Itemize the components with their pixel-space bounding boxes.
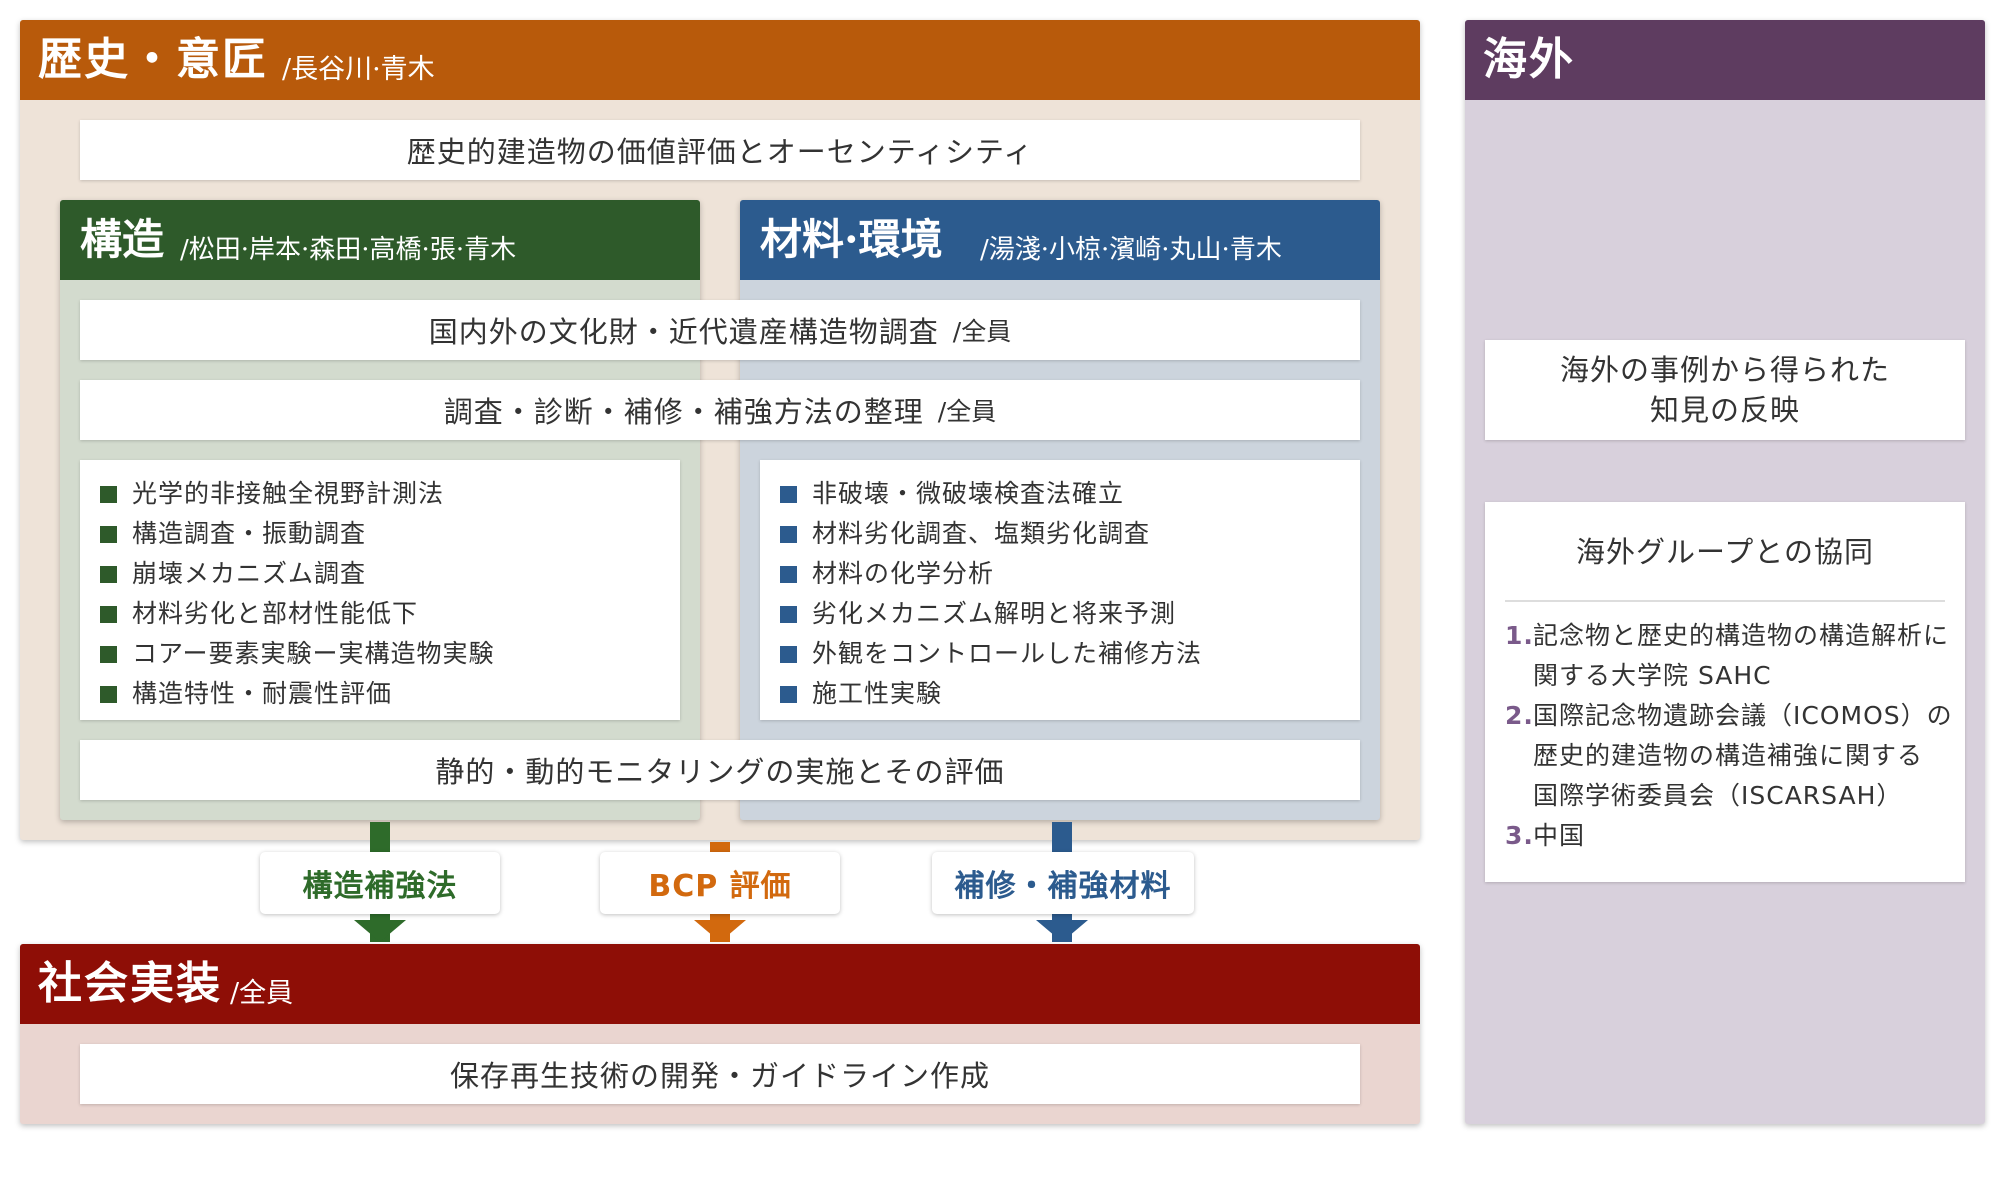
- structure-list-box: 光学的非接触全視野計測法 構造調査・振動調査 崩壊メカニズム調査 材料劣化と部材…: [80, 460, 680, 720]
- structure-list: 光学的非接触全視野計測法 構造調査・振動調査 崩壊メカニズム調査 材料劣化と部材…: [100, 474, 680, 714]
- structure-title: 構造: [80, 215, 165, 264]
- bullet-square-icon: [780, 486, 797, 503]
- list-item: 材料劣化調査、塩類劣化調査: [780, 514, 1360, 554]
- list-item: 劣化メカニズム解明と将来予測: [780, 594, 1360, 634]
- list-item: 3. 中国: [1505, 821, 1586, 850]
- methods-suffix: /全員: [937, 397, 997, 426]
- overseas-collab-box: 海外グループとの協同 1. 記念物と歴史的構造物の構造解析に 関する大学院 SA…: [1485, 502, 1965, 882]
- list-item: 非破壊・微破壊検査法確立: [780, 474, 1360, 514]
- list-item: 材料劣化と部材性能低下: [100, 594, 680, 634]
- history-title: 歴史・意匠: [38, 34, 268, 85]
- overseas-collab-list: 1. 記念物と歴史的構造物の構造解析に 関する大学院 SAHC 2. 国際記念物…: [1485, 616, 1965, 856]
- social-members: /全員: [230, 978, 294, 1009]
- materials-header: 材料·環境 /湯淺·小椋·濱崎·丸山·青木: [740, 200, 1380, 280]
- list-item: 構造調査・振動調査: [100, 514, 680, 554]
- list-item: 外観をコントロールした補修方法: [780, 634, 1360, 674]
- arrow-materials-head-icon: [1036, 920, 1088, 942]
- bullet-square-icon: [100, 606, 117, 623]
- bullet-square-icon: [780, 566, 797, 583]
- bullet-square-icon: [100, 486, 117, 503]
- social-box: 保存再生技術の開発・ガイドライン作成: [80, 1044, 1360, 1104]
- overseas-collab-title: 海外グループとの協同: [1576, 535, 1874, 569]
- methods-text: 調査・診断・補修・補強方法の整理: [443, 395, 924, 429]
- arrow-bcp-head-icon: [694, 920, 746, 942]
- bullet-square-icon: [780, 526, 797, 543]
- bullet-square-icon: [100, 566, 117, 583]
- history-header: 歴史・意匠 /長谷川·青木: [20, 20, 1420, 100]
- materials-list: 非破壊・微破壊検査法確立 材料劣化調査、塩類劣化調査 材料の化学分析 劣化メカニ…: [780, 474, 1360, 714]
- output-repair-materials: 補修・補強材料: [932, 852, 1194, 914]
- bullet-square-icon: [780, 646, 797, 663]
- bullet-square-icon: [780, 606, 797, 623]
- list-item: コアー要素実験ー実構造物実験: [100, 634, 680, 674]
- history-value-text: 歴史的建造物の価値評価とオーセンティシティ: [406, 135, 1034, 169]
- arrow-structure-head-icon: [354, 920, 406, 942]
- materials-list-box: 非破壊・微破壊検査法確立 材料劣化調査、塩類劣化調査 材料の化学分析 劣化メカニ…: [760, 460, 1360, 720]
- materials-members: /湯淺·小椋·濱崎·丸山·青木: [980, 235, 1282, 265]
- divider: [1505, 600, 1945, 602]
- monitoring-text: 静的・動的モニタリングの実施とその評価: [435, 755, 1005, 789]
- social-header: 社会実装 /全員: [20, 944, 1420, 1024]
- bullet-square-icon: [780, 686, 797, 703]
- overseas-title: 海外: [1483, 34, 1575, 85]
- overseas-header: 海外: [1465, 20, 1985, 100]
- list-item: 1. 記念物と歴史的構造物の構造解析に 関する大学院 SAHC: [1505, 621, 1950, 690]
- monitoring-box: 静的・動的モニタリングの実施とその評価: [80, 740, 1360, 800]
- structure-members: /松田·岸本·森田·高橋·張·青木: [180, 235, 517, 265]
- history-members: /長谷川·青木: [282, 54, 435, 85]
- list-item: 材料の化学分析: [780, 554, 1360, 594]
- survey-suffix: /全員: [952, 317, 1012, 346]
- list-item: 2. 国際記念物遺跡会議（ICOMOS）の 歴史的建造物の構造補強に関する 国際…: [1505, 701, 1953, 810]
- methods-box: 調査・診断・補修・補強方法の整理 /全員: [80, 380, 1360, 440]
- list-item: 施工性実験: [780, 674, 1360, 714]
- output-structural-reinforcement: 構造補強法: [260, 852, 500, 914]
- bullet-square-icon: [100, 526, 117, 543]
- survey-box: 国内外の文化財・近代遺産構造物調査 /全員: [80, 300, 1360, 360]
- materials-title: 材料·環境: [760, 215, 943, 264]
- bullet-square-icon: [100, 646, 117, 663]
- list-item: 光学的非接触全視野計測法: [100, 474, 680, 514]
- survey-text: 国内外の文化財・近代遺産構造物調査: [428, 315, 939, 349]
- social-text: 保存再生技術の開発・ガイドライン作成: [449, 1059, 990, 1093]
- overseas-insight-box: 海外の事例から得られた 知見の反映: [1485, 340, 1965, 440]
- social-title: 社会実装: [38, 958, 222, 1009]
- list-item: 構造特性・耐震性評価: [100, 674, 680, 714]
- history-value-box: 歴史的建造物の価値評価とオーセンティシティ: [80, 120, 1360, 180]
- structure-header: 構造 /松田·岸本·森田·高橋·張·青木: [60, 200, 700, 280]
- bullet-square-icon: [100, 686, 117, 703]
- output-bcp-evaluation: BCP 評価: [600, 852, 840, 914]
- list-item: 崩壊メカニズム調査: [100, 554, 680, 594]
